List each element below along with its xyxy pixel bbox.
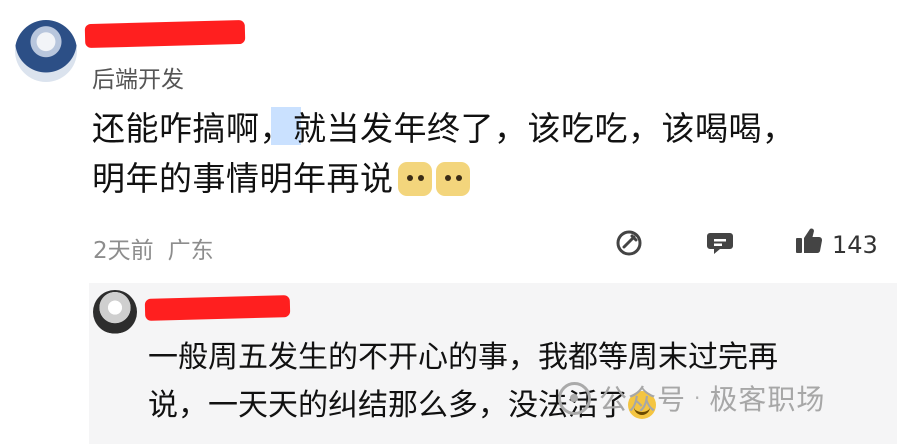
redacted-username	[84, 19, 246, 49]
doge-emoji	[435, 162, 470, 196]
watermark-logo-icon	[558, 381, 591, 415]
watermark-brand: 极客职场	[709, 383, 826, 416]
commenter-role: 后端开发	[92, 67, 184, 93]
reply-line-2-text: 说，一天天的纠结那么多，没法活了	[148, 388, 628, 423]
watermark-source: 公众号	[599, 383, 687, 416]
like-count: 143	[832, 231, 878, 259]
commenter-avatar[interactable]	[15, 20, 77, 82]
comment-line-1: 还能咋搞啊，就当发年终了，该吃吃，该喝喝，	[92, 109, 796, 148]
comment-location: 广东	[167, 238, 214, 264]
watermark-separator: ·	[694, 386, 702, 410]
reply-line-1: 一般周五发生的不开心的事，我都等周末过完再	[148, 340, 778, 375]
redacted-reply-username	[144, 295, 291, 321]
edit-icon[interactable]	[614, 228, 644, 258]
comment-line-2-text: 明年的事情明年再说	[92, 159, 394, 198]
like-icon[interactable]	[794, 226, 824, 256]
comment-line-2: 明年的事情明年再说	[92, 154, 872, 204]
comment-meta: 2天前 广东	[93, 231, 214, 265]
doge-emoji	[397, 162, 432, 196]
comment-body: 还能咋搞啊，就当发年终了，该吃吃，该喝喝， 明年的事情明年再说	[92, 104, 872, 204]
comment-time: 2天前	[93, 238, 154, 264]
comment-icon[interactable]	[705, 228, 735, 258]
watermark: 公众号 · 极客职场	[558, 378, 825, 418]
reply-avatar[interactable]	[93, 290, 137, 334]
